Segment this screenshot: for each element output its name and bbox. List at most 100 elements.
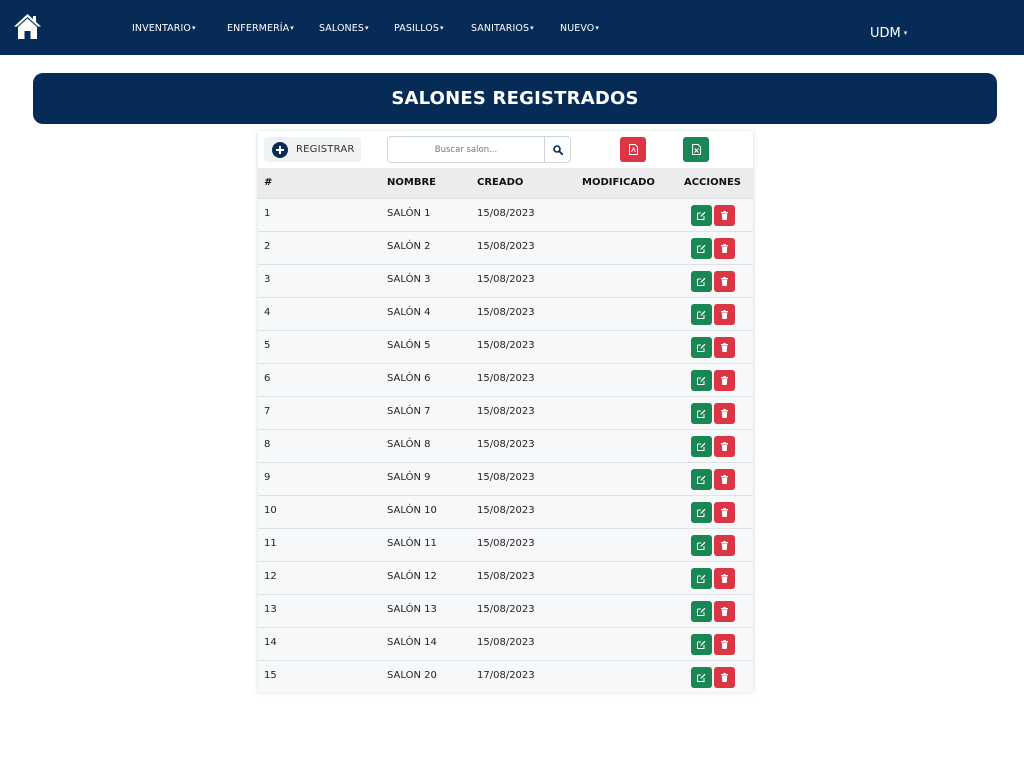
- chevron-down-icon: ▾: [440, 24, 444, 32]
- row-actions: [672, 198, 753, 231]
- row-name: SALÓN 4: [387, 306, 431, 318]
- trash-icon: [720, 375, 728, 385]
- table-row: 12 SALÓN 12 15/08/2023: [258, 561, 753, 594]
- edit-button[interactable]: [690, 666, 712, 688]
- delete-button[interactable]: [713, 369, 735, 391]
- row-name: SALÓN 12: [387, 570, 437, 582]
- table-row: 5 SALÓN 5 15/08/2023: [258, 330, 753, 363]
- edit-icon: [696, 244, 705, 253]
- row-id: 13: [264, 603, 277, 615]
- edit-icon: [696, 310, 705, 319]
- export-pdf-button[interactable]: [620, 137, 646, 162]
- row-id: 4: [264, 306, 271, 318]
- nav-enfermeria[interactable]: ENFERMERÍA▾: [227, 23, 294, 34]
- search-input[interactable]: [388, 137, 545, 162]
- register-button[interactable]: REGISTRAR: [264, 137, 361, 162]
- chevron-down-icon: ▾: [530, 24, 534, 32]
- row-created: 15/08/2023: [477, 405, 535, 417]
- row-name: SALÓN 2: [387, 240, 431, 252]
- row-actions: [672, 231, 753, 264]
- edit-button[interactable]: [690, 402, 712, 424]
- trash-icon: [720, 606, 728, 616]
- trash-icon: [720, 243, 728, 253]
- table-row: 15 SALON 20 17/08/2023: [258, 660, 753, 693]
- table-row: 1 SALÓN 1 15/08/2023: [258, 198, 753, 231]
- row-actions: [672, 264, 753, 297]
- trash-icon: [720, 573, 728, 583]
- header-name: NOMBRE: [387, 177, 436, 189]
- edit-button[interactable]: [690, 204, 712, 226]
- table-row: 6 SALÓN 6 15/08/2023: [258, 363, 753, 396]
- delete-button[interactable]: [713, 501, 735, 523]
- delete-button[interactable]: [713, 303, 735, 325]
- edit-button[interactable]: [690, 501, 712, 523]
- nav-nuevo[interactable]: NUEVO▾: [560, 23, 599, 34]
- delete-button[interactable]: [713, 204, 735, 226]
- edit-icon: [696, 277, 705, 286]
- row-modified: [576, 528, 672, 561]
- file-excel-icon: [691, 140, 701, 159]
- edit-button[interactable]: [690, 633, 712, 655]
- edit-button[interactable]: [690, 567, 712, 589]
- row-id: 8: [264, 438, 271, 450]
- row-actions: [672, 396, 753, 429]
- row-modified: [576, 363, 672, 396]
- nav-sanitarios[interactable]: SANITARIOS▾: [471, 23, 534, 34]
- edit-button[interactable]: [690, 369, 712, 391]
- edit-icon: [696, 607, 705, 616]
- delete-button[interactable]: [713, 633, 735, 655]
- row-id: 7: [264, 405, 271, 417]
- row-id: 5: [264, 339, 271, 351]
- edit-icon: [696, 541, 705, 550]
- row-actions: [672, 528, 753, 561]
- nav-inventario[interactable]: INVENTARIO▾: [132, 23, 196, 34]
- edit-button[interactable]: [690, 270, 712, 292]
- register-button-label: REGISTRAR: [296, 144, 355, 155]
- table-toolbar: REGISTRAR: [258, 131, 753, 168]
- edit-button[interactable]: [690, 237, 712, 259]
- row-modified: [576, 462, 672, 495]
- row-name: SALÓN 9: [387, 471, 431, 483]
- edit-icon: [696, 475, 705, 484]
- row-id: 14: [264, 636, 277, 648]
- edit-icon: [696, 640, 705, 649]
- nav-pasillos[interactable]: PASILLOS▾: [394, 23, 444, 34]
- header-actions: ACCIONES: [683, 177, 742, 189]
- export-excel-button[interactable]: [683, 137, 709, 162]
- edit-button[interactable]: [690, 303, 712, 325]
- edit-icon: [696, 409, 705, 418]
- nav-salones[interactable]: SALONES▾: [319, 23, 369, 34]
- row-actions: [672, 660, 753, 693]
- edit-button[interactable]: [690, 534, 712, 556]
- delete-button[interactable]: [713, 402, 735, 424]
- trash-icon: [720, 342, 728, 352]
- delete-button[interactable]: [713, 237, 735, 259]
- row-actions: [672, 627, 753, 660]
- delete-button[interactable]: [713, 666, 735, 688]
- row-id: 2: [264, 240, 271, 252]
- search-icon[interactable]: [545, 137, 570, 162]
- trash-icon: [720, 474, 728, 484]
- home-icon[interactable]: [13, 13, 42, 40]
- delete-button[interactable]: [713, 435, 735, 457]
- row-modified: [576, 627, 672, 660]
- edit-button[interactable]: [690, 336, 712, 358]
- row-actions: [672, 594, 753, 627]
- row-name: SALÓN 5: [387, 339, 431, 351]
- delete-button[interactable]: [713, 270, 735, 292]
- delete-button[interactable]: [713, 534, 735, 556]
- row-created: 15/08/2023: [477, 570, 535, 582]
- delete-button[interactable]: [713, 336, 735, 358]
- edit-button[interactable]: [690, 468, 712, 490]
- delete-button[interactable]: [713, 468, 735, 490]
- edit-button[interactable]: [690, 600, 712, 622]
- chevron-down-icon: ▾: [364, 24, 369, 32]
- row-actions: [672, 297, 753, 330]
- trash-icon: [720, 309, 728, 319]
- row-modified: [576, 198, 672, 231]
- delete-button[interactable]: [713, 567, 735, 589]
- user-menu[interactable]: UDM ▾: [870, 26, 907, 41]
- row-id: 12: [264, 570, 277, 582]
- edit-button[interactable]: [690, 435, 712, 457]
- delete-button[interactable]: [713, 600, 735, 622]
